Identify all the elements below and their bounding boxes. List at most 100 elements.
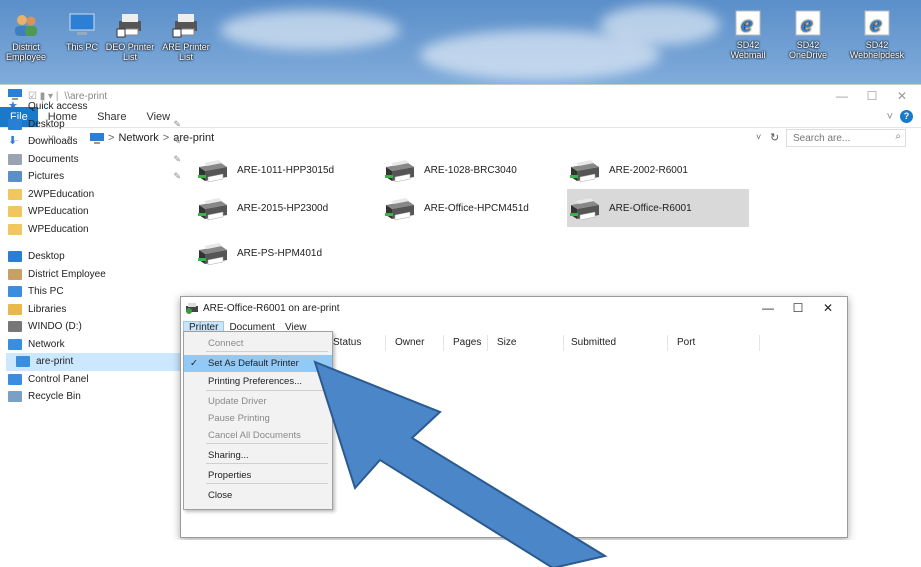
menu-item-set-as-default-printer[interactable]: ✓ Set As Default Printer	[184, 355, 332, 372]
computer-icon	[66, 10, 98, 40]
desktop-icon-are-printer-list[interactable]: ARE Printer List	[160, 10, 212, 62]
sidebar-item-quick-access[interactable]: ★ Quick access	[8, 98, 183, 116]
dialog-title: ARE-Office-R6001 on are-print	[203, 302, 340, 314]
navigation-pane: ★ Quick access Desktop ✎ ⬇ Downloads ✎ Document…	[6, 98, 183, 406]
sidebar-item-2wpeducation[interactable]: 2WPEducation	[8, 186, 183, 204]
menu-item-label: Pause Printing	[208, 413, 270, 424]
pin-icon[interactable]: ✎	[173, 136, 181, 147]
printer-item[interactable]: ARE-PS-HPM401d	[195, 234, 375, 272]
dialog-close-button[interactable]: ✕	[813, 297, 843, 319]
dialog-minimize-button[interactable]: —	[753, 297, 783, 319]
menu-item-label: Sharing...	[208, 450, 249, 461]
printer-item[interactable]: ARE-1011-HPP3015d	[195, 151, 375, 189]
printer-icon	[198, 243, 227, 266]
column-submitted[interactable]: Submitted	[571, 337, 616, 348]
printer-item[interactable]: ARE-Office-HPCM451d	[382, 189, 562, 227]
sidebar-item-district-employee[interactable]: District Employee	[8, 266, 183, 284]
address-dropdown-icon[interactable]: ˅	[756, 132, 761, 142]
users-icon	[10, 10, 42, 40]
desktop-icon-label: OneDrive	[788, 50, 827, 60]
column-port[interactable]: Port	[677, 337, 695, 348]
printer-item[interactable]: ARE-2015-HP2300d	[195, 189, 375, 227]
desktop-icon-label: ARE Printer	[162, 42, 210, 52]
close-button[interactable]: ✕	[887, 85, 917, 107]
menu-item-update-driver: Update Driver	[184, 393, 332, 410]
printer-shortcut-icon	[170, 10, 202, 40]
help-icon[interactable]: ?	[900, 110, 913, 123]
printer-item[interactable]: ARE-Office-R6001	[567, 189, 749, 227]
folder-icon	[8, 206, 22, 218]
menu-item-label: Close	[208, 490, 233, 501]
sidebar-item-wpeducation[interactable]: WPEducation	[8, 203, 183, 221]
desktop-icon-deo-printer-list[interactable]: DEO Printer List	[104, 10, 156, 62]
sidebar-item-wpeducation[interactable]: WPEducation	[8, 221, 183, 239]
printer-item[interactable]: ARE-1028-BRC3040	[382, 151, 562, 189]
sidebar-item-control-panel[interactable]: Control Panel	[8, 371, 183, 389]
printer-item[interactable]: ARE-2002-R6001	[567, 151, 747, 189]
menu-item-label: Update Driver	[208, 396, 267, 407]
search-input[interactable]: Search are... ⌕	[786, 129, 906, 147]
menu-item-label: Set As Default Printer	[208, 358, 299, 369]
desktop-icon-label: List	[178, 52, 193, 62]
sidebar-item-label: District Employee	[28, 268, 106, 280]
sidebar-item-windo-d[interactable]: WINDO (D:)	[8, 318, 183, 336]
desktop-icon-label: District	[12, 42, 40, 52]
column-status[interactable]: Status	[333, 337, 361, 348]
desktop-icon-sd42-onedrive[interactable]: e SD42 OneDrive	[782, 8, 834, 60]
refresh-icon[interactable]: ↻	[770, 131, 779, 144]
minimize-button[interactable]: —	[827, 85, 857, 107]
menu-item-label: Cancel All Documents	[208, 430, 301, 441]
desktop-icon-sd42-webmail[interactable]: e SD42 Webmail	[722, 8, 774, 60]
maximize-button[interactable]: ☐	[857, 85, 887, 107]
desktop-icon-sd42-webhelpdesk[interactable]: e SD42 Webhelpdesk	[842, 8, 912, 60]
desktop-icon-label: DEO Printer	[105, 42, 155, 52]
sidebar-item-this-pc[interactable]: This PC	[8, 283, 183, 301]
sidebar-item-network[interactable]: Network	[8, 336, 183, 354]
folder-icon	[8, 188, 22, 200]
printer-icon	[570, 198, 599, 221]
menu-item-sharing[interactable]: Sharing...	[184, 447, 332, 464]
sidebar-item-pictures[interactable]: Pictures ✎	[8, 168, 183, 186]
pin-icon[interactable]: ✎	[173, 119, 181, 130]
menu-item-close[interactable]: Close	[184, 487, 332, 504]
sidebar-item-label: 2WPEducation	[28, 188, 95, 200]
menu-separator	[206, 390, 328, 391]
sidebar-item-recycle-bin[interactable]: Recycle Bin	[8, 388, 183, 406]
column-size[interactable]: Size	[497, 337, 516, 348]
menu-item-printing-preferences[interactable]: Printing Preferences...	[184, 373, 332, 390]
printer-icon	[198, 198, 227, 221]
column-owner[interactable]: Owner	[395, 337, 424, 348]
sidebar-item-libraries[interactable]: Libraries	[8, 301, 183, 319]
sidebar-item-are-print[interactable]: are-print	[6, 353, 183, 371]
printer-name: ARE-Office-HPCM451d	[424, 202, 529, 214]
sidebar-item-desktop[interactable]: Desktop ✎	[8, 116, 183, 134]
menu-item-cancel-all-documents: Cancel All Documents	[184, 427, 332, 444]
dialog-maximize-button[interactable]: ☐	[783, 297, 813, 319]
address-field[interactable]: > Network > are-print	[90, 129, 770, 147]
menu-item-connect: Connect	[184, 335, 332, 352]
pin-icon[interactable]: ✎	[173, 171, 181, 182]
svg-text:e: e	[870, 12, 882, 36]
ie-icon: e	[861, 8, 893, 38]
search-icon: ⌕	[895, 131, 901, 142]
pin-icon[interactable]: ✎	[173, 154, 181, 165]
sidebar-item-label: Network	[28, 338, 65, 350]
folder-icon	[8, 223, 22, 235]
printer-menu-dropdown: Connect ✓ Set As Default Printer Printing P…	[183, 331, 333, 510]
desktop-icon-label: SD42	[736, 40, 760, 50]
sidebar-item-label: Quick access	[28, 101, 88, 113]
sidebar-item-documents[interactable]: Documents ✎	[8, 151, 183, 169]
column-pages[interactable]: Pages	[453, 337, 481, 348]
sidebar-item-desktop[interactable]: Desktop	[8, 248, 183, 266]
sidebar-item-downloads[interactable]: ⬇ Downloads ✎	[8, 133, 183, 151]
menu-item-pause-printing: Pause Printing	[184, 410, 332, 427]
svg-text:e: e	[741, 12, 753, 36]
desktop-icon-district-employee[interactable]: District Employee	[0, 10, 52, 62]
ribbon-expand-icon[interactable]: ˅	[887, 111, 893, 123]
sidebar-item-label: Documents	[28, 153, 79, 165]
printer-icon	[198, 160, 227, 183]
libraries-icon	[8, 303, 22, 315]
desktop-icon-label: SD42	[865, 40, 889, 50]
menu-item-properties[interactable]: Properties	[184, 467, 332, 484]
desktop-icon-this-pc[interactable]: This PC	[56, 10, 108, 52]
